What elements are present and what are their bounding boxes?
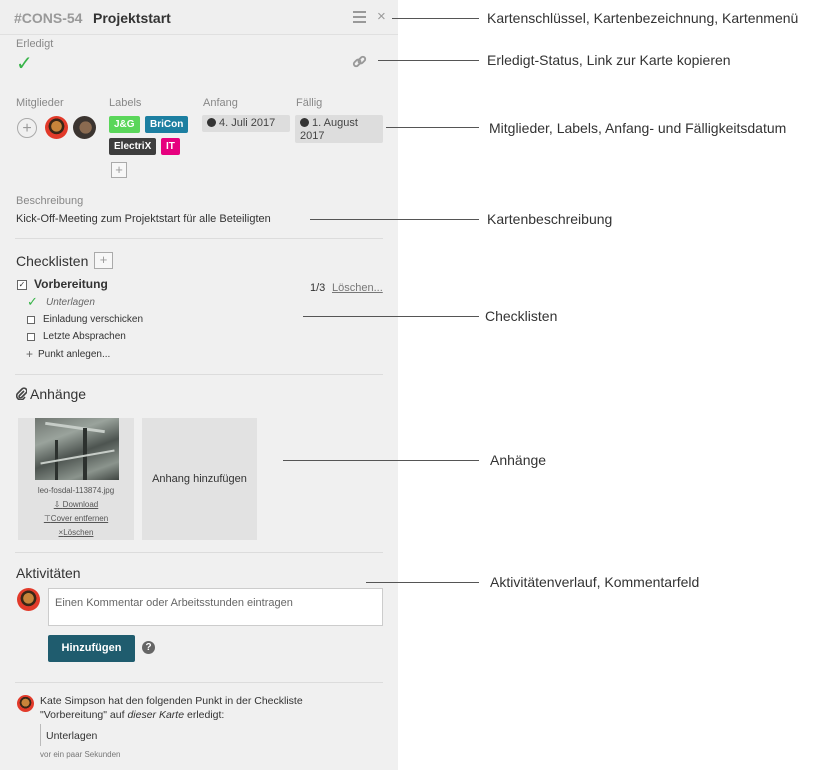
delete-attachment-link[interactable]: ×Löschen (18, 528, 134, 537)
plus-icon: + (26, 347, 34, 361)
checklist-item[interactable]: Unterlagen (46, 297, 95, 308)
attachments-title: Anhänge (30, 386, 87, 402)
hamburger-icon[interactable] (353, 11, 366, 23)
activity-entry-line2: "Vorbereitung" auf dieser Karte erledigt… (40, 709, 225, 721)
checkbox[interactable] (27, 333, 35, 341)
annotation-line (310, 219, 479, 220)
avatar[interactable] (45, 116, 68, 139)
checkmark-icon[interactable]: ✓ (16, 54, 33, 74)
divider (15, 682, 383, 683)
attachment-filename: leo-fosdal-113874.jpg (37, 486, 115, 495)
checklist-progress: 1/3 (310, 282, 326, 294)
add-member-button[interactable]: + (17, 118, 37, 138)
add-checklist-button[interactable]: + (94, 252, 113, 269)
card-detail-panel: #CONS-54 Projektstart × Erledigt ✓ Mitgl… (0, 0, 398, 770)
labels-label: Labels (109, 97, 142, 109)
comment-input[interactable]: Einen Kommentar oder Arbeitsstunden eint… (48, 588, 383, 626)
pin-icon: ⊤ (43, 514, 51, 523)
activity-entry-line1: Kate Simpson hat den folgenden Punkt in … (40, 695, 303, 707)
card-title[interactable]: Projektstart (93, 10, 171, 26)
clock-icon (207, 118, 216, 127)
due-date[interactable]: 1. August 2017 (295, 115, 383, 143)
avatar (17, 588, 40, 611)
submit-comment-button[interactable]: Hinzufügen (48, 635, 135, 662)
card-link[interactable]: dieser Karte (127, 709, 184, 721)
remove-cover-link[interactable]: ⊤Cover entfernen (18, 514, 134, 523)
divider (15, 552, 383, 553)
description-label: Beschreibung (16, 195, 84, 207)
clock-icon (300, 118, 309, 127)
annotation-activities: Aktivitätenverlauf, Kommentarfeld (490, 574, 700, 590)
annotation-description: Kartenbeschreibung (487, 211, 613, 227)
checklist-icon: ✓ (17, 280, 27, 290)
checklist-name[interactable]: Vorbereitung (34, 277, 108, 291)
help-icon[interactable]: ? (142, 641, 155, 654)
annotation-done-status: Erledigt-Status, Link zur Karte kopieren (487, 52, 731, 68)
close-icon[interactable]: × (377, 9, 386, 24)
link-icon[interactable] (352, 54, 367, 73)
delete-checklist-link[interactable]: Löschen... (332, 282, 383, 294)
checklists-title: Checklisten (16, 253, 89, 269)
quote-bar (40, 724, 41, 746)
label-tag[interactable]: BriCon (145, 116, 189, 133)
due-label: Fällig (296, 97, 323, 109)
start-label: Anfang (203, 97, 238, 109)
annotation-line (378, 60, 479, 61)
activity-entry-item: Unterlagen (46, 730, 98, 742)
annotation-line (386, 127, 479, 128)
checklist-item[interactable]: Letzte Absprachen (43, 331, 126, 342)
annotation-card-header: Kartenschlüssel, Kartenbezeichnung, Kart… (487, 10, 799, 26)
annotation-checklists: Checklisten (485, 308, 558, 324)
avatar (17, 695, 34, 712)
label-tag[interactable]: IT (161, 138, 180, 155)
add-label-button[interactable]: + (111, 162, 127, 178)
annotation-line (283, 460, 479, 461)
paperclip-icon (15, 387, 28, 403)
divider (15, 374, 383, 375)
divider (15, 238, 383, 239)
attachment-thumbnail[interactable] (35, 418, 119, 480)
download-icon: ⇩ (53, 500, 61, 509)
description-text[interactable]: Kick-Off-Meeting zum Projektstart für al… (16, 213, 271, 225)
checked-icon[interactable]: ✓ (27, 294, 38, 310)
label-tag[interactable]: J&G (109, 116, 140, 133)
annotation-attachments: Anhänge (490, 452, 547, 468)
annotation-meta: Mitglieder, Labels, Anfang- und Fälligke… (489, 120, 787, 136)
done-label: Erledigt (16, 38, 54, 50)
add-checklist-item-link[interactable]: Punkt anlegen... (38, 349, 110, 360)
card-key: #CONS-54 (14, 10, 83, 26)
download-link[interactable]: ⇩ Download (18, 500, 134, 509)
annotation-line (303, 316, 479, 317)
avatar[interactable] (73, 116, 96, 139)
checkbox[interactable] (27, 316, 35, 324)
add-attachment-button[interactable]: Anhang hinzufügen (142, 418, 257, 540)
card-header: #CONS-54 Projektstart × (0, 0, 398, 35)
checklist-item[interactable]: Einladung verschicken (43, 314, 143, 325)
members-label: Mitglieder (16, 97, 64, 109)
annotation-line (366, 582, 479, 583)
annotation-line (392, 18, 479, 19)
activity-entry-time: vor ein paar Sekunden (40, 750, 121, 759)
label-tag[interactable]: ElectriX (109, 138, 157, 155)
attachment-card: leo-fosdal-113874.jpg ⇩ Download ⊤Cover … (18, 418, 134, 540)
activities-title: Aktivitäten (16, 565, 81, 581)
start-date[interactable]: 4. Juli 2017 (202, 115, 290, 132)
